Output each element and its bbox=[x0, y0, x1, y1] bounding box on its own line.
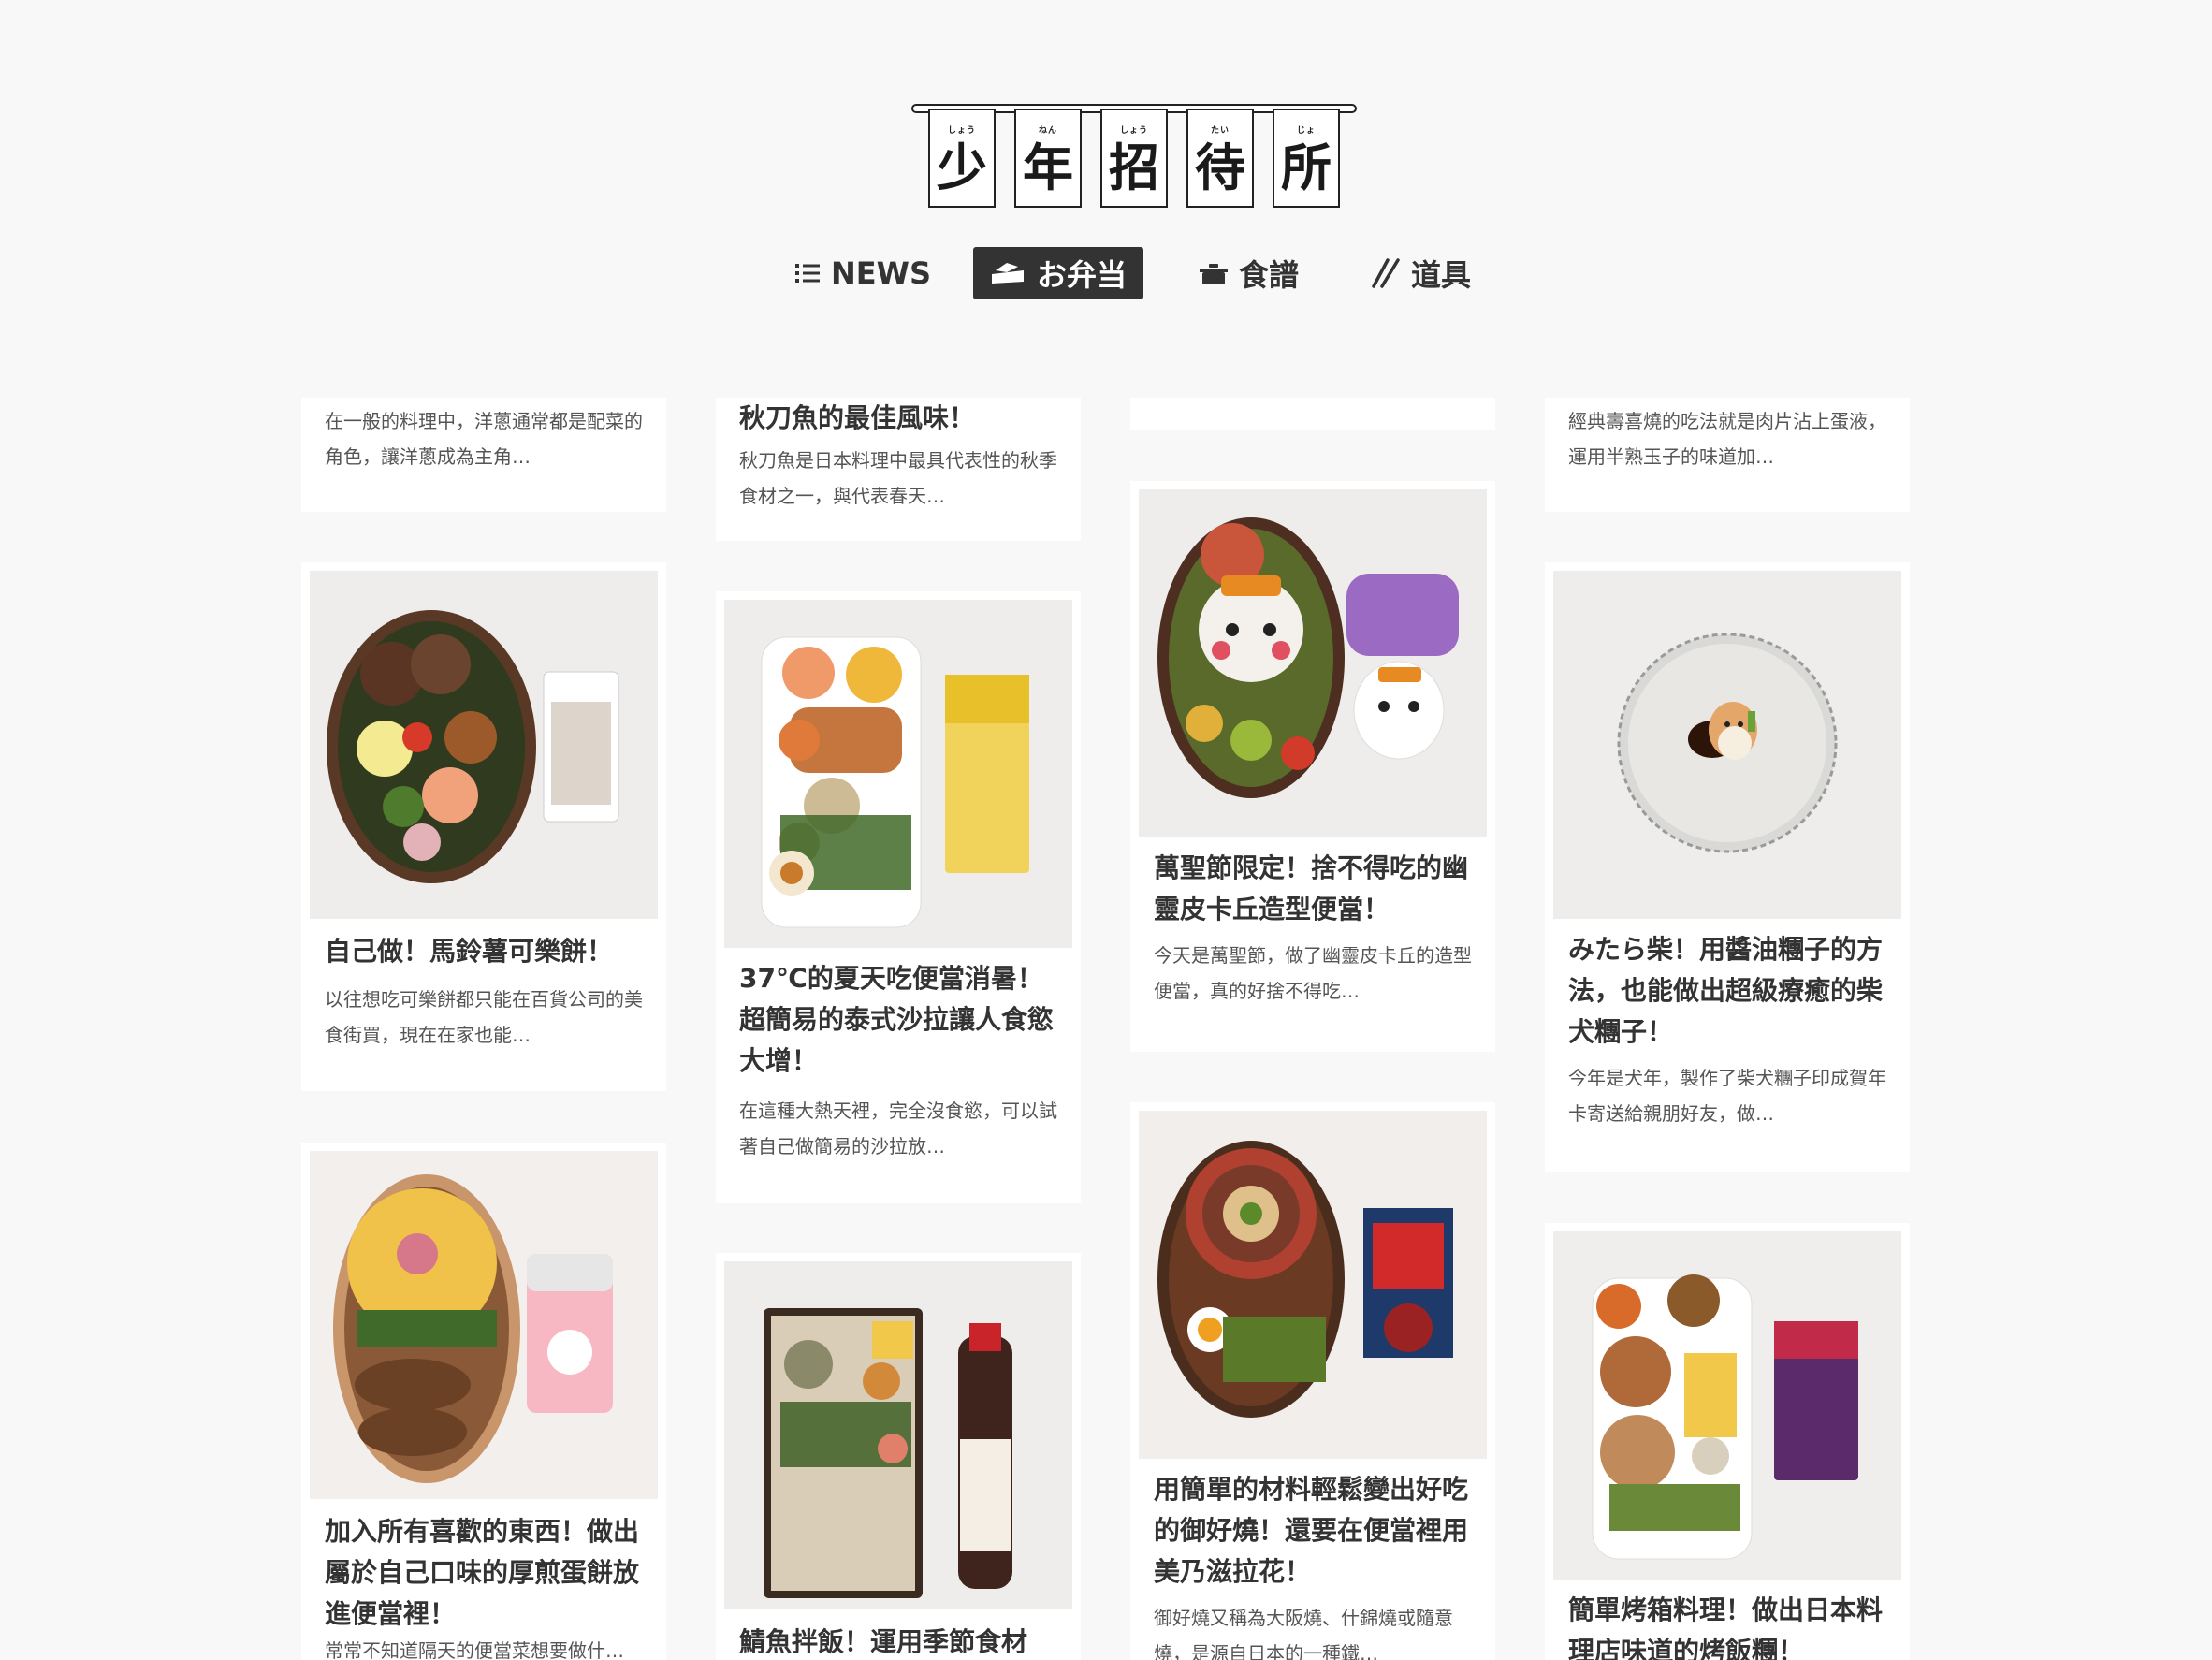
card-excerpt: 今天是萬聖節，做了幽靈皮卡丘的造型便當，真的好捨不得吃… bbox=[1154, 944, 1472, 1002]
logo-flag: しょう 招 bbox=[1100, 109, 1168, 208]
shiba-dango-photo bbox=[1553, 571, 1901, 919]
logo-flag: じょ 所 bbox=[1273, 109, 1340, 208]
card-title: 萬聖節限定！捨不得吃的幽靈皮卡丘造型便當！ bbox=[1154, 852, 1469, 925]
article-card[interactable]: 用簡單的材料輕鬆變出好吃的御好燒！還要在便當裡用美乃滋拉花！ 御好燒又稱為大阪燒… bbox=[1130, 1102, 1495, 1660]
card-title: 鯖魚拌飯！運用季節食材 bbox=[739, 1626, 1028, 1657]
article-card[interactable]: 加入所有喜歡的東西！做出屬於自己口味的厚煎蛋餅放進便當裡！ 常常不知道隔天的便當… bbox=[301, 1143, 666, 1660]
article-card[interactable]: 在一般的料理中，洋蔥通常都是配菜的角色，讓洋蔥成為主角… bbox=[301, 398, 666, 512]
article-card[interactable]: 簡單烤箱料理！做出日本料理店味道的烤飯糰！ bbox=[1545, 1223, 1910, 1660]
bento-thai-salad-photo bbox=[724, 600, 1072, 948]
card-title: 用簡單的材料輕鬆變出好吃的御好燒！還要在便當裡用美乃滋拉花！ bbox=[1154, 1474, 1469, 1587]
main-nav: NEWS お弁当 食譜 道具 bbox=[0, 247, 2212, 299]
logo-kanji: 年 bbox=[1023, 138, 1073, 197]
card-title: 自己做！馬鈴薯可樂餅！ bbox=[325, 936, 614, 967]
bento-croquette-photo bbox=[310, 571, 658, 919]
article-card[interactable]: 秋刀魚的最佳風味！ 秋刀魚是日本料理中最具代表性的秋季食材之一，與代表春天… bbox=[716, 398, 1081, 541]
card-title: 秋刀魚的最佳風味！ bbox=[739, 402, 976, 433]
nav-recipe-label: 食譜 bbox=[1239, 257, 1300, 293]
bento-omelette-photo bbox=[310, 1151, 658, 1499]
bento-pikachu-photo bbox=[1139, 489, 1487, 837]
nav-news[interactable]: NEWS bbox=[795, 247, 931, 299]
card-excerpt: 以往想吃可樂餅都只能在百貨公司的美食街買，現在在家也能… bbox=[325, 988, 643, 1046]
nav-bento[interactable]: お弁当 bbox=[973, 247, 1144, 299]
nav-tools[interactable]: 道具 bbox=[1372, 247, 1471, 299]
nav-recipe[interactable]: 食譜 bbox=[1200, 247, 1299, 299]
nav-tools-label: 道具 bbox=[1411, 257, 1472, 293]
card-excerpt: 經典壽喜燒的吃法就是肉片沾上蛋液，運用半熟玉子的味道加… bbox=[1568, 410, 1886, 468]
logo-ruby: じょ bbox=[1296, 126, 1316, 136]
card-title: 簡單烤箱料理！做出日本料理店味道的烤飯糰！ bbox=[1568, 1594, 1884, 1660]
bento-box-icon bbox=[992, 263, 1024, 284]
article-card[interactable]: 鯖魚拌飯！運用季節食材 bbox=[716, 1253, 1081, 1660]
article-card[interactable]: 萬聖節限定！捨不得吃的幽靈皮卡丘造型便當！ 今天是萬聖節，做了幽靈皮卡丘的造型便… bbox=[1130, 481, 1495, 1052]
site-logo[interactable]: しょう 少 ねん 年 しょう 招 たい 待 じょ 所 bbox=[911, 101, 1357, 210]
card-excerpt: 秋刀魚是日本料理中最具代表性的秋季食材之一，與代表春天… bbox=[739, 449, 1057, 507]
logo-ruby: しょう bbox=[1119, 126, 1148, 136]
card-excerpt: 在這種大熱天裡，完全沒食慾，可以試著自己做簡易的沙拉放… bbox=[739, 1099, 1057, 1158]
logo-flag: たい 待 bbox=[1186, 109, 1254, 208]
article-card[interactable]: 自己做！馬鈴薯可樂餅！ 以往想吃可樂餅都只能在百貨公司的美食街買，現在在家也能… bbox=[301, 562, 666, 1091]
nav-news-label: NEWS bbox=[831, 255, 931, 291]
card-excerpt: 今年是犬年，製作了柴犬糰子印成賀年卡寄送給親朋好友，做… bbox=[1568, 1067, 1886, 1125]
page: しょう 少 ねん 年 しょう 招 たい 待 じょ 所 NEWS お弁当 食譜 道… bbox=[0, 0, 2212, 1660]
bento-mackerel-rice-photo bbox=[724, 1261, 1072, 1609]
article-card[interactable]: 經典壽喜燒的吃法就是肉片沾上蛋液，運用半熟玉子的味道加… bbox=[1545, 398, 1910, 512]
logo-kanji: 招 bbox=[1109, 138, 1159, 197]
logo-kanji: 少 bbox=[937, 138, 987, 197]
article-card[interactable]: 37℃的夏天吃便當消暑！超簡易的泰式沙拉讓人食慾大增！ 在這種大熱天裡，完全沒食… bbox=[716, 591, 1081, 1203]
nav-bento-label: お弁当 bbox=[1037, 257, 1128, 293]
logo-ruby: ねん bbox=[1038, 126, 1057, 136]
card-excerpt: 常常不知道隔天的便當菜想要做什… bbox=[325, 1639, 624, 1660]
card-title: 37℃的夏天吃便當消暑！超簡易的泰式沙拉讓人食慾大增！ bbox=[739, 963, 1055, 1076]
list-icon bbox=[795, 264, 820, 283]
logo-ruby: たい bbox=[1210, 126, 1230, 136]
card-title: みたら柴！用醬油糰子的方法，也能做出超級療癒的柴犬糰子！ bbox=[1568, 934, 1884, 1047]
card-excerpt: 御好燒又稱為大阪燒、什錦燒或隨意燒，是源自日本的一種鐵… bbox=[1154, 1607, 1453, 1660]
logo-flag: しょう 少 bbox=[928, 109, 996, 208]
card-title: 加入所有喜歡的東西！做出屬於自己口味的厚煎蛋餅放進便當裡！ bbox=[325, 1516, 640, 1629]
logo-kanji: 待 bbox=[1195, 138, 1245, 197]
bento-grilled-onigiri-photo bbox=[1553, 1231, 1901, 1580]
card-excerpt: 在一般的料理中，洋蔥通常都是配菜的角色，讓洋蔥成為主角… bbox=[325, 410, 643, 468]
pot-icon bbox=[1200, 264, 1228, 284]
article-card[interactable]: みたら柴！用醬油糰子的方法，也能做出超級療癒的柴犬糰子！ 今年是犬年，製作了柴犬… bbox=[1545, 562, 1910, 1172]
logo-kanji: 所 bbox=[1281, 138, 1332, 197]
article-card[interactable] bbox=[1130, 398, 1495, 430]
logo-ruby: しょう bbox=[947, 126, 976, 136]
bento-okonomiyaki-photo bbox=[1139, 1111, 1487, 1459]
logo-flag: ねん 年 bbox=[1014, 109, 1082, 208]
chopsticks-icon bbox=[1372, 258, 1400, 288]
